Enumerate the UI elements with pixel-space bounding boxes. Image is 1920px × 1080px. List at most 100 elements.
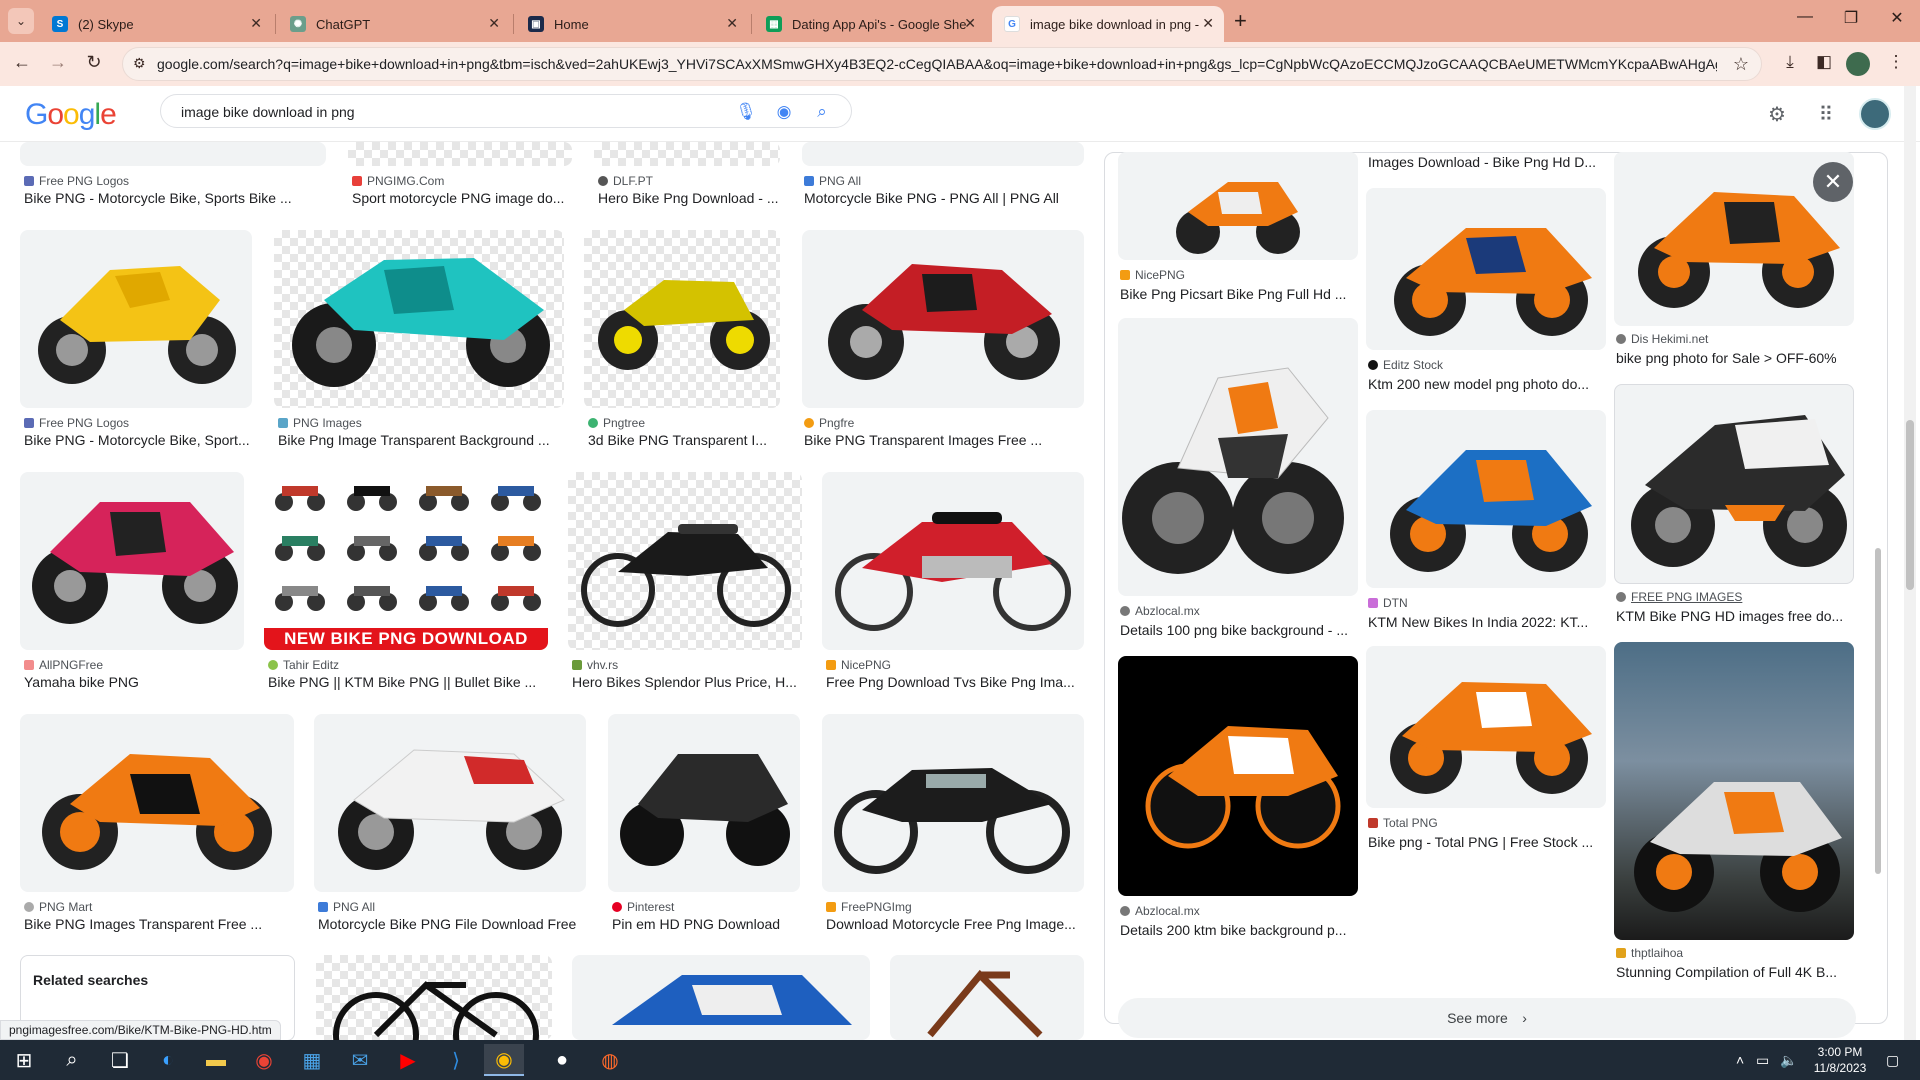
result-title[interactable]: KTM Bike PNG HD images free do... <box>1616 608 1856 624</box>
minimize-icon[interactable]: — <box>1782 8 1828 26</box>
search-icon[interactable]: ⌕ <box>52 1044 92 1076</box>
back-icon[interactable]: ← <box>10 52 34 73</box>
result-image[interactable] <box>1366 188 1606 350</box>
mail-icon[interactable]: ✉ <box>340 1044 380 1076</box>
result-source[interactable]: PNG Images <box>278 416 362 430</box>
result-source[interactable]: NicePNG <box>826 658 891 672</box>
reload-icon[interactable]: ↻ <box>82 52 106 73</box>
result-title[interactable]: Yamaha bike PNG <box>24 674 246 690</box>
result-title[interactable]: Images Download - Bike Png Hd D... <box>1368 154 1608 170</box>
result-image[interactable] <box>584 230 780 408</box>
app-icon[interactable]: ● <box>542 1044 582 1076</box>
panel-scrollbar-thumb[interactable] <box>1875 548 1881 874</box>
task-view-icon[interactable]: ❏ <box>100 1044 140 1076</box>
result-image[interactable] <box>1118 656 1358 896</box>
result-title[interactable]: Motorcycle Bike PNG - PNG All | PNG All <box>804 190 1084 206</box>
close-tab-icon[interactable]: ✕ <box>1202 15 1214 32</box>
result-source[interactable]: PNGIMG.Com <box>352 174 444 188</box>
apps-grid-icon[interactable]: ⠿ <box>1813 102 1839 127</box>
see-more-button[interactable]: See more › <box>1118 998 1856 1038</box>
result-title[interactable]: Ktm 200 new model png photo do... <box>1368 376 1608 392</box>
result-source[interactable]: AllPNGFree <box>24 658 103 672</box>
settings-gear-icon[interactable]: ⚙ <box>1764 102 1790 127</box>
account-avatar[interactable] <box>1859 98 1891 130</box>
restore-icon[interactable]: ❐ <box>1828 8 1874 28</box>
menu-kebab-icon[interactable]: ⋮ <box>1884 52 1908 72</box>
result-image[interactable] <box>890 955 1084 1040</box>
result-image[interactable] <box>20 714 294 892</box>
google-logo[interactable]: Google <box>25 98 117 132</box>
result-image[interactable] <box>608 714 800 892</box>
result-title[interactable]: Download Motorcycle Free Png Image... <box>826 916 1084 932</box>
result-source[interactable]: Abzlocal.mx <box>1120 604 1200 618</box>
result-title[interactable]: Sport motorcycle PNG image do... <box>352 190 572 206</box>
result-title[interactable]: Bike PNG Transparent Images Free ... <box>804 432 1084 448</box>
result-title[interactable]: Hero Bikes Splendor Plus Price, H... <box>572 674 802 690</box>
result-title[interactable]: 3d Bike PNG Transparent I... <box>588 432 780 448</box>
close-tab-icon[interactable]: ✕ <box>726 15 738 32</box>
volume-icon[interactable]: 🔈 <box>1780 1052 1797 1069</box>
result-title[interactable]: Bike Png Picsart Bike Png Full Hd ... <box>1120 286 1360 302</box>
result-source[interactable]: Total PNG <box>1368 816 1438 830</box>
side-panel-icon[interactable]: ◧ <box>1812 52 1836 72</box>
result-title[interactable]: Hero Bike Png Download - ... <box>598 190 778 206</box>
result-source[interactable]: Tahir Editz <box>268 658 339 672</box>
notifications-icon[interactable]: ▢ <box>1886 1052 1899 1069</box>
result-source[interactable]: Free PNG Logos <box>24 174 129 188</box>
vscode-icon[interactable]: ⟩ <box>436 1044 476 1076</box>
result-image[interactable] <box>1118 318 1358 596</box>
result-image[interactable] <box>20 472 244 650</box>
result-image[interactable] <box>594 142 780 166</box>
bookmark-star-icon[interactable]: ☆ <box>1733 54 1749 75</box>
result-title[interactable]: bike png photo for Sale > OFF-60% <box>1616 350 1856 366</box>
windows-start-icon[interactable]: ⊞ <box>4 1044 44 1076</box>
youtube-icon[interactable]: ▶ <box>388 1044 428 1076</box>
result-image[interactable] <box>568 472 802 650</box>
result-source[interactable]: PNG All <box>318 900 375 914</box>
close-panel-icon[interactable]: ✕ <box>1813 162 1853 202</box>
tab-search-icon[interactable]: ⌄ <box>8 8 34 34</box>
result-source[interactable]: Dis Hekimi.net <box>1616 332 1708 346</box>
file-explorer-icon[interactable]: ▬ <box>196 1044 236 1076</box>
result-image[interactable] <box>1118 152 1358 260</box>
tab-chatgpt[interactable]: ✺ ChatGPT ✕ <box>278 6 510 42</box>
result-source[interactable]: Pngtree <box>588 416 645 430</box>
forward-icon[interactable]: → <box>46 52 70 73</box>
store-icon[interactable]: ▦ <box>292 1044 332 1076</box>
result-image[interactable] <box>822 714 1084 892</box>
tab-sheets[interactable]: ▦ Dating App Api's - Google She ✕ <box>754 6 986 42</box>
result-source[interactable]: thptlaihoa <box>1616 946 1683 960</box>
address-bar[interactable]: ⚙ google.com/search?q=image+bike+downloa… <box>122 47 1762 81</box>
result-source[interactable]: PNG All <box>804 174 861 188</box>
result-image[interactable] <box>1366 646 1606 808</box>
result-image[interactable] <box>348 142 572 166</box>
tab-home[interactable]: ▣ Home ✕ <box>516 6 748 42</box>
result-title[interactable]: Free Png Download Tvs Bike Png Ima... <box>826 674 1084 690</box>
site-info-icon[interactable]: ⚙ <box>133 55 151 73</box>
result-title[interactable]: Bike PNG Images Transparent Free ... <box>24 916 294 932</box>
url-text[interactable]: google.com/search?q=image+bike+download+… <box>157 56 1717 72</box>
result-title[interactable]: KTM New Bikes In India 2022: KT... <box>1368 614 1608 630</box>
result-source[interactable]: FREE PNG IMAGES <box>1616 590 1742 604</box>
tab-skype[interactable]: S (2) Skype ✕ <box>40 6 272 42</box>
system-clock[interactable]: 3:00 PM 11/8/2023 <box>1810 1044 1870 1076</box>
search-icon[interactable]: ⌕ <box>811 102 833 122</box>
search-input[interactable]: image bike download in png <box>181 104 355 120</box>
result-title[interactable]: Details 100 png bike background - ... <box>1120 622 1360 638</box>
result-source[interactable]: DLF.PT <box>598 174 653 188</box>
chrome-icon[interactable]: ◉ <box>244 1044 284 1076</box>
result-title[interactable]: Bike Png Image Transparent Background ..… <box>278 432 564 448</box>
close-tab-icon[interactable]: ✕ <box>488 15 500 32</box>
close-window-icon[interactable]: ✕ <box>1874 8 1920 28</box>
close-tab-icon[interactable]: ✕ <box>964 15 976 32</box>
result-source[interactable]: Free PNG Logos <box>24 416 129 430</box>
postman-icon[interactable]: ◍ <box>590 1044 630 1076</box>
result-image-selected[interactable] <box>1614 384 1854 584</box>
result-image[interactable] <box>822 472 1084 650</box>
result-source[interactable]: DTN <box>1368 596 1408 610</box>
result-title[interactable]: Pin em HD PNG Download <box>612 916 802 932</box>
result-image[interactable] <box>20 230 252 408</box>
search-box[interactable]: image bike download in png 🎙 ◉ ⌕ <box>160 94 852 128</box>
result-source[interactable]: Abzlocal.mx <box>1120 904 1200 918</box>
profile-avatar[interactable] <box>1846 52 1870 76</box>
